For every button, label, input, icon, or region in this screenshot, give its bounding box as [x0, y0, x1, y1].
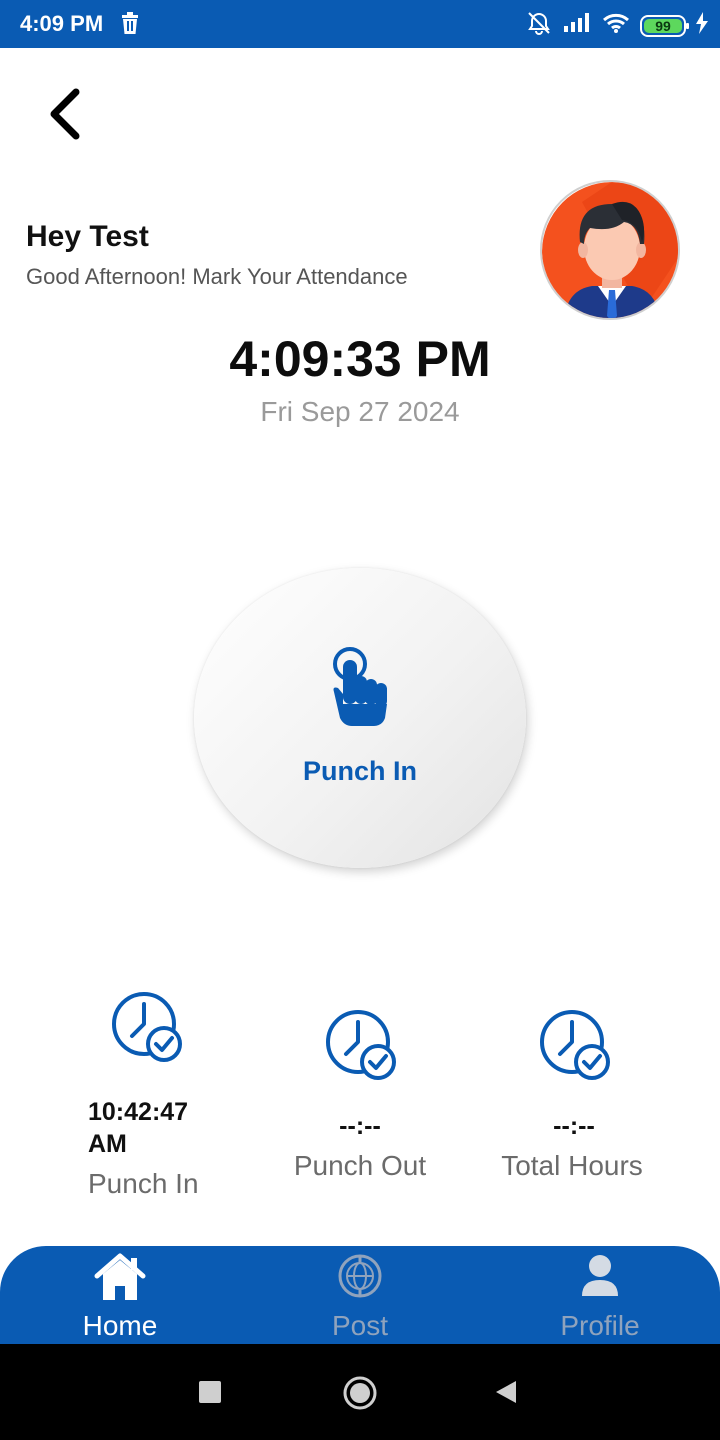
- nav-item-post[interactable]: Post: [260, 1246, 460, 1344]
- clock-check-icon: [538, 1008, 610, 1085]
- system-navigation-bar: [0, 1344, 720, 1440]
- trash-icon: [120, 12, 140, 39]
- greeting-subtitle: Good Afternoon! Mark Your Attendance: [26, 264, 408, 289]
- punch-out-caption: Punch Out: [293, 1150, 427, 1181]
- back-button[interactable]: [40, 82, 100, 142]
- home-icon: [93, 1252, 147, 1309]
- nav-label-home: Home: [82, 1310, 158, 1341]
- nav-label-profile: Profile: [560, 1310, 640, 1341]
- total-hours-value: --:--: [553, 1112, 595, 1140]
- punch-in-label: Punch In: [303, 756, 417, 786]
- status-bar: 4:09 PM 99: [0, 0, 720, 48]
- recents-square-icon[interactable]: [199, 1381, 221, 1408]
- nav-item-profile[interactable]: Profile: [500, 1246, 700, 1344]
- user-icon: [580, 1252, 620, 1305]
- avatar[interactable]: [540, 180, 680, 320]
- nav-label-post: Post: [331, 1310, 389, 1341]
- chevron-left-icon: [50, 88, 80, 140]
- back-triangle-icon[interactable]: [494, 1380, 518, 1409]
- tap-hand-icon: [322, 646, 398, 737]
- home-circle-icon[interactable]: [342, 1375, 378, 1416]
- status-time: 4:09 PM: [20, 11, 104, 36]
- bottom-navigation: Home Post Profile: [0, 1246, 720, 1344]
- alarm-off-icon: [526, 10, 552, 41]
- clock-check-icon: [324, 1008, 396, 1085]
- battery-icon: 99: [640, 14, 689, 37]
- charging-icon: [696, 12, 708, 39]
- punch-out-time: --:--: [339, 1112, 381, 1140]
- signal-icon: [562, 12, 592, 39]
- punch-in-button[interactable]: Punch In: [194, 568, 526, 868]
- globe-icon: [336, 1252, 384, 1305]
- total-hours-caption: Total Hours: [501, 1150, 643, 1181]
- status-icons: 99: [526, 10, 708, 41]
- user-avatar-icon: [542, 182, 678, 318]
- wifi-icon: [602, 12, 630, 39]
- punch-in-caption: Punch In: [88, 1168, 199, 1199]
- nav-item-home[interactable]: Home: [20, 1246, 220, 1344]
- greeting-title: Hey Test: [26, 220, 149, 253]
- battery-level: 99: [655, 17, 671, 34]
- current-time: 4:09:33 PM: [229, 331, 491, 387]
- punch-in-time: 10:42:47 AM: [88, 1098, 189, 1158]
- clock-check-icon: [110, 990, 182, 1067]
- current-date: Fri Sep 27 2024: [260, 396, 460, 427]
